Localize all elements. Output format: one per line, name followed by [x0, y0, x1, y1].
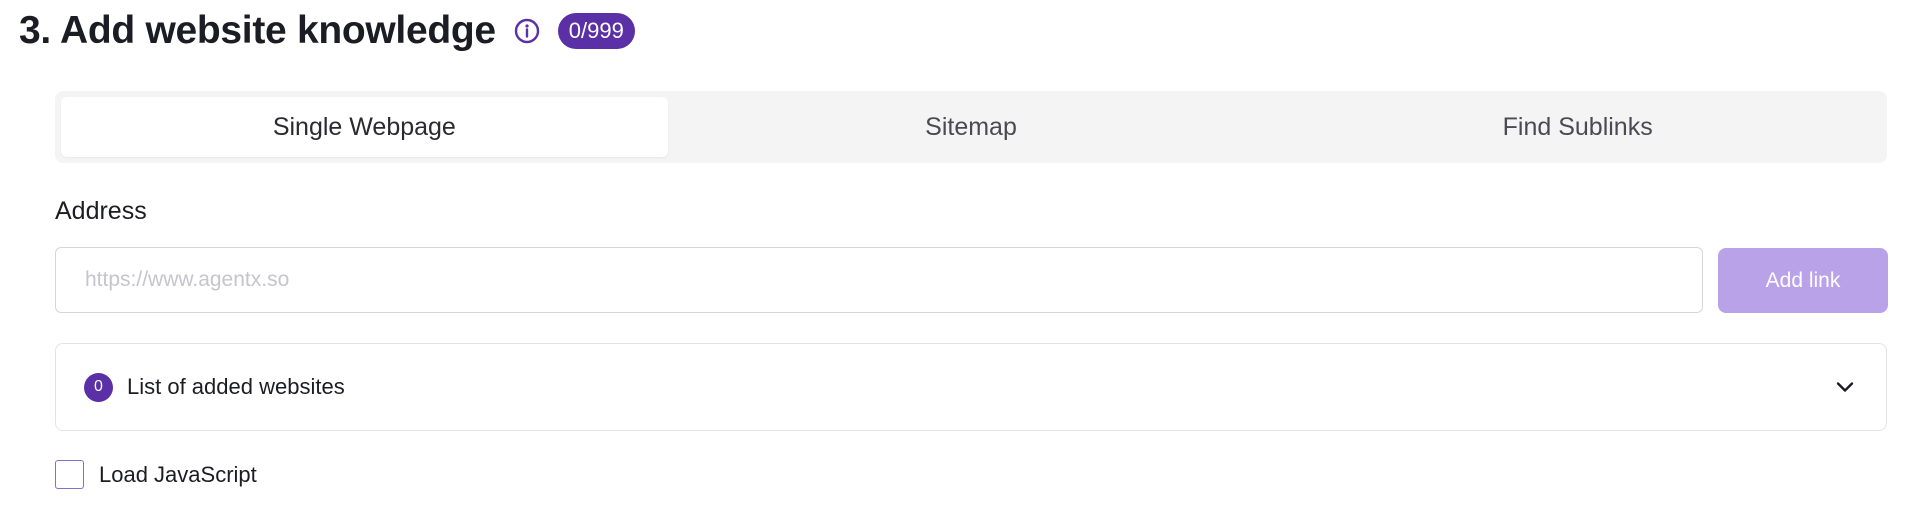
- section-title: 3. Add website knowledge: [19, 9, 496, 52]
- address-input[interactable]: [55, 247, 1703, 313]
- info-icon[interactable]: [512, 16, 542, 46]
- websites-list-label: List of added websites: [127, 374, 345, 399]
- load-javascript-row: Load JavaScript: [55, 460, 257, 489]
- tab-find-sublinks[interactable]: Find Sublinks: [1274, 97, 1881, 157]
- added-websites-accordion[interactable]: 0 List of added websites: [55, 343, 1887, 431]
- tab-sitemap[interactable]: Sitemap: [668, 97, 1275, 157]
- load-javascript-label: Load JavaScript: [99, 461, 257, 487]
- section-header: 3. Add website knowledge 0/999: [19, 6, 635, 56]
- chevron-down-icon[interactable]: [1832, 374, 1858, 400]
- websites-count-badge: 0: [84, 372, 113, 402]
- add-link-button[interactable]: Add link: [1718, 248, 1888, 313]
- count-badge: 0/999: [557, 13, 635, 49]
- source-type-tabs: Single Webpage Sitemap Find Sublinks: [55, 91, 1887, 163]
- tab-single-webpage[interactable]: Single Webpage: [61, 97, 668, 157]
- load-javascript-checkbox[interactable]: [55, 460, 84, 489]
- address-label: Address: [55, 197, 147, 225]
